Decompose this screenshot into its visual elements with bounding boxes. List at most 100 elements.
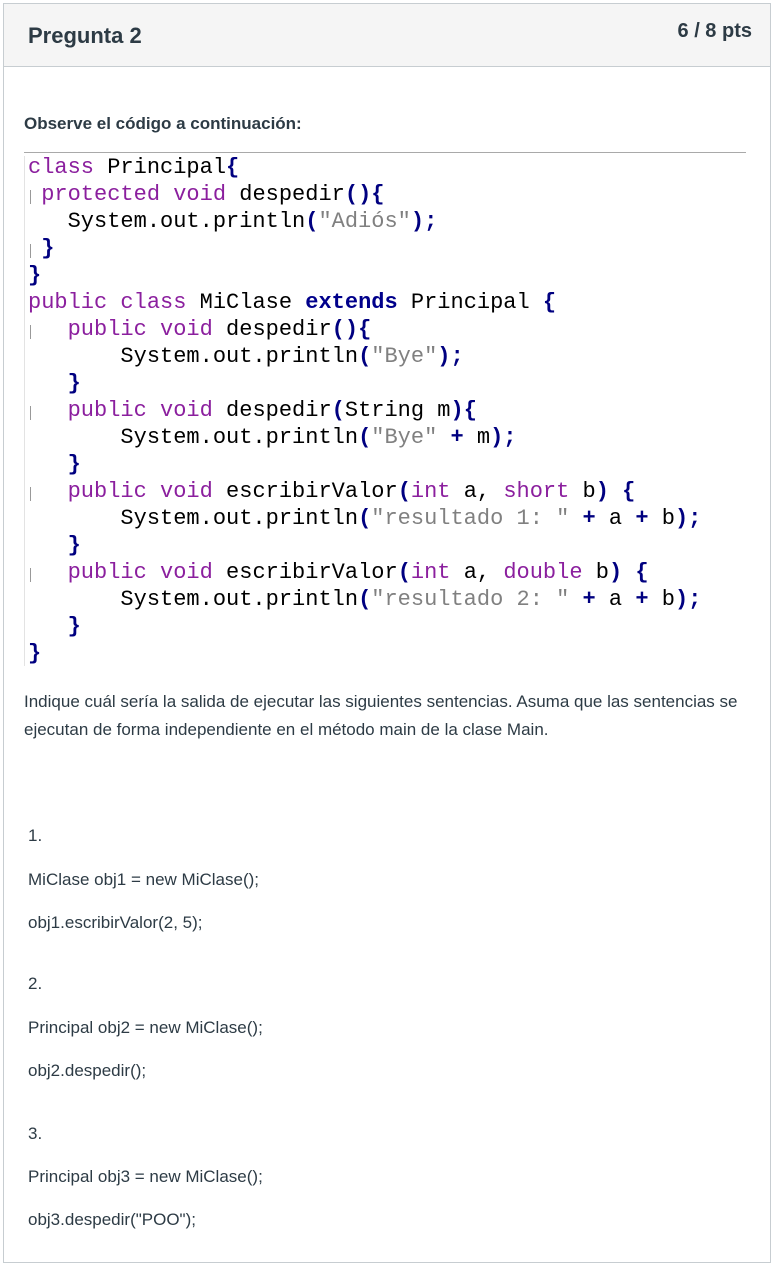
- code-token: m: [463, 425, 491, 450]
- code-token: b: [569, 479, 596, 504]
- code-token: "Bye": [371, 344, 438, 369]
- question-title: Pregunta 2: [28, 23, 142, 48]
- code-token: despedir: [212, 398, 332, 423]
- code-token: a,: [450, 560, 504, 585]
- code-token: (: [358, 587, 372, 612]
- gutter-tick: [30, 190, 31, 204]
- code-line: System.out.println("resultado 1: " + a +…: [28, 505, 701, 532]
- code-token: }: [67, 614, 81, 639]
- code-token: }: [28, 641, 42, 666]
- code-line: }: [28, 532, 701, 559]
- code-token: {: [226, 155, 240, 180]
- item-number: 2.: [28, 974, 43, 993]
- code-intro: Observe el código a continuación:: [24, 114, 302, 133]
- code-token: (: [305, 209, 319, 234]
- item-statement: obj2.despedir();: [28, 1061, 147, 1080]
- code-line: }: [28, 613, 701, 640]
- code-block: class Principal{ protected void despedir…: [28, 154, 701, 667]
- code-token: (: [358, 344, 372, 369]
- code-token: int: [410, 479, 451, 504]
- code-token: void: [160, 560, 213, 585]
- code-top-rule: [24, 152, 746, 153]
- code-token: (){: [331, 317, 372, 342]
- gutter-tick: [30, 406, 31, 420]
- code-token: Principal: [94, 155, 227, 180]
- code-token: ): [595, 479, 609, 504]
- code-line: public void despedir(){: [28, 316, 701, 343]
- code-token: short: [503, 479, 570, 504]
- code-token: }: [41, 236, 55, 261]
- gutter-tick: [30, 325, 31, 339]
- code-line: }: [28, 640, 701, 667]
- code-token: );: [674, 587, 702, 612]
- code-token: {: [635, 560, 649, 585]
- code-token: }: [28, 263, 42, 288]
- gutter-tick: [30, 568, 31, 582]
- code-token: public: [67, 317, 147, 342]
- question-header: Pregunta 2 6 / 8 pts: [4, 4, 770, 67]
- code-token: "Bye": [371, 425, 438, 450]
- code-line: protected void despedir(){: [28, 181, 701, 208]
- code-left-border: [24, 156, 25, 666]
- code-token: System.out.println: [28, 209, 306, 234]
- code-line: System.out.println("Adiós");: [28, 208, 701, 235]
- code-token: System.out.println: [28, 344, 359, 369]
- code-token: (: [358, 506, 372, 531]
- code-token: System.out.println: [28, 425, 359, 450]
- code-token: +: [450, 425, 464, 450]
- code-token: );: [490, 425, 517, 450]
- code-token: extends: [305, 290, 398, 315]
- code-token: void: [160, 479, 213, 504]
- code-token: double: [503, 560, 583, 585]
- code-line: public void despedir(String m){: [28, 397, 701, 424]
- code-token: protected: [41, 182, 161, 207]
- code-token: (: [358, 425, 372, 450]
- code-token: public: [28, 290, 108, 315]
- code-token: void: [160, 317, 213, 342]
- code-line: System.out.println("Bye");: [28, 343, 701, 370]
- code-token: escribirValor: [212, 560, 398, 585]
- code-token: String m: [344, 398, 451, 423]
- code-token: System.out.println: [28, 587, 359, 612]
- code-token: a,: [450, 479, 504, 504]
- code-token: a: [595, 506, 636, 531]
- question-description: Indique cuál sería la salida de ejecutar…: [24, 692, 738, 739]
- code-line: }: [28, 451, 701, 478]
- code-token: }: [67, 371, 81, 396]
- item-statement: obj1.escribirValor(2, 5);: [28, 913, 203, 932]
- code-token: void: [173, 182, 227, 207]
- code-token: class: [28, 155, 95, 180]
- code-token: despedir: [212, 317, 332, 342]
- code-token: }: [67, 533, 81, 558]
- code-line: }: [28, 262, 701, 289]
- code-token: );: [437, 344, 464, 369]
- item-statement: MiClase obj1 = new MiClase();: [28, 870, 259, 889]
- code-token: b: [648, 587, 675, 612]
- code-token: );: [410, 209, 438, 234]
- code-token: (){: [344, 182, 385, 207]
- code-token: +: [582, 587, 596, 612]
- item-number: 1.: [28, 826, 43, 845]
- code-line: public class MiClase extends Principal {: [28, 289, 701, 316]
- gutter-tick: [30, 487, 31, 501]
- code-line: public void escribirValor(int a, short b…: [28, 478, 701, 505]
- code-token: );: [674, 506, 702, 531]
- code-token: ){: [450, 398, 477, 423]
- code-token: int: [410, 560, 451, 585]
- item-number: 3.: [28, 1124, 43, 1143]
- code-token: public: [67, 560, 147, 585]
- item-statement: Principal obj3 = new MiClase();: [28, 1167, 263, 1186]
